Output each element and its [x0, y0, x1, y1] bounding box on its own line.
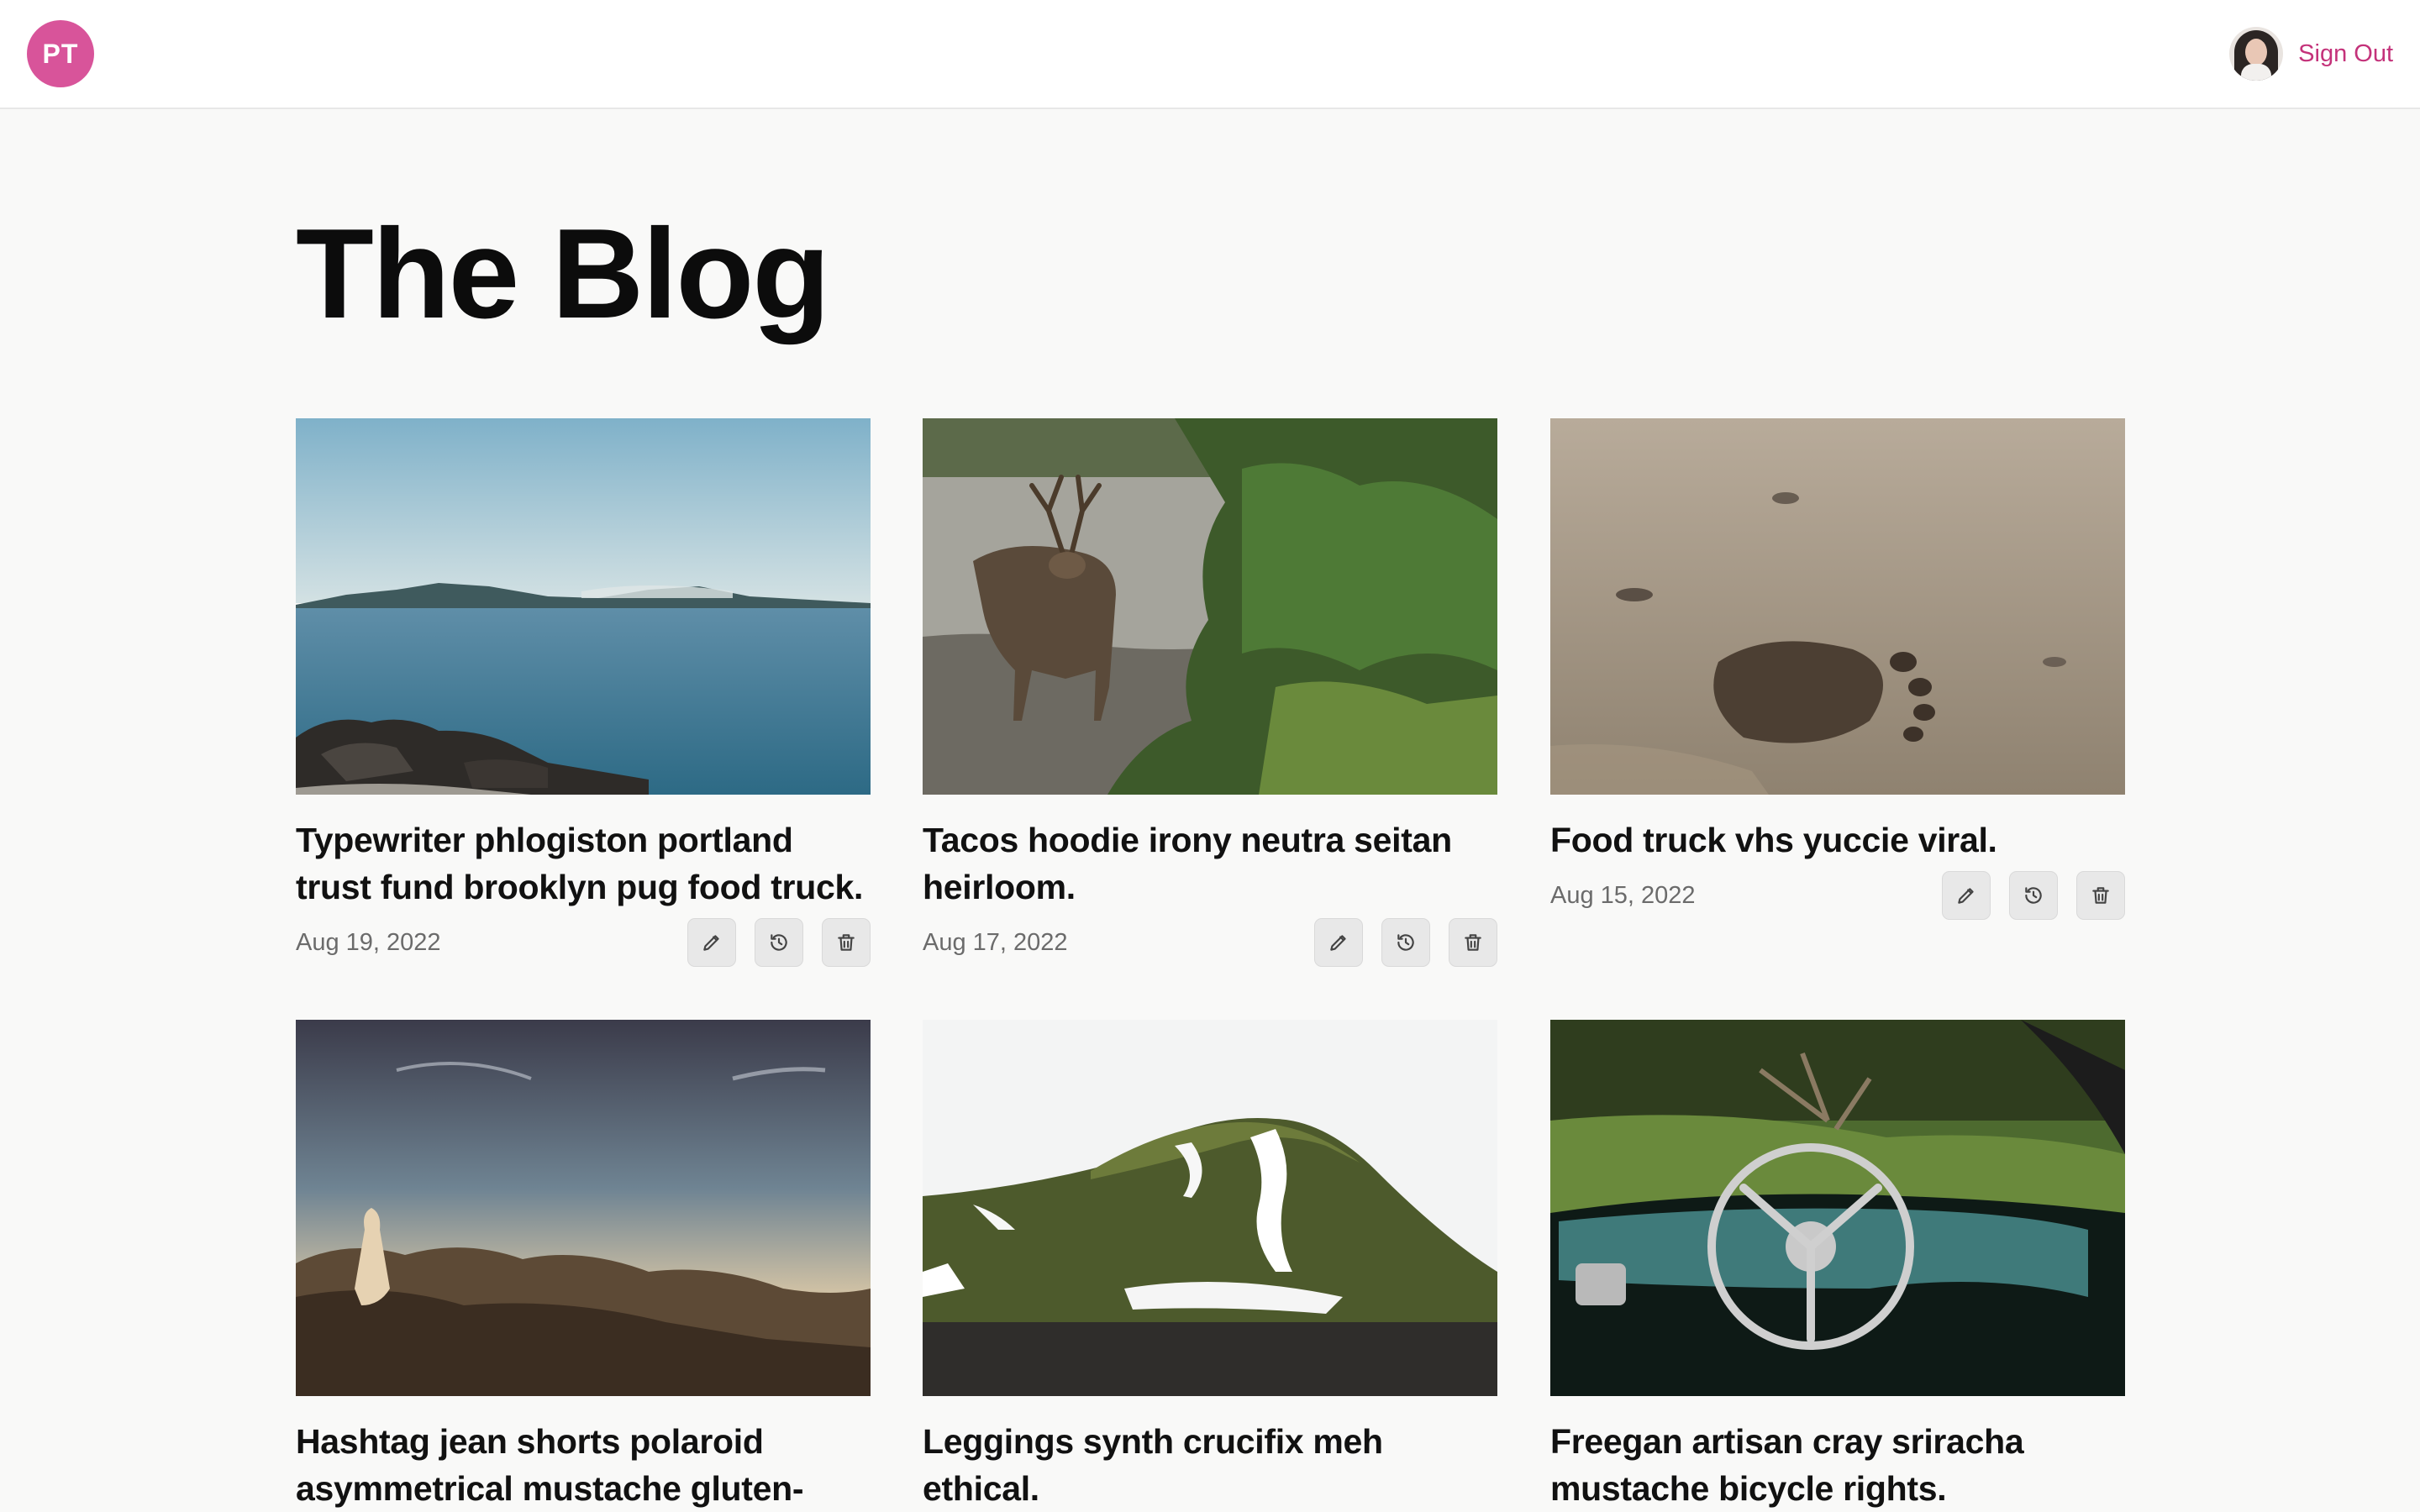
history-button[interactable] — [755, 918, 803, 967]
page-title: The Blog — [296, 202, 830, 345]
post-card: Freegan artisan cray sriracha mustache b… — [1550, 1020, 2125, 1512]
post-date: Aug 19, 2022 — [296, 928, 441, 956]
post-title[interactable]: Food truck vhs yuccie viral. — [1550, 816, 2125, 864]
trash-icon — [2092, 887, 2109, 904]
post-image-reindeer[interactable] — [923, 418, 1497, 795]
sign-out-link[interactable]: Sign Out — [2298, 40, 2393, 68]
edit-button[interactable] — [1314, 918, 1363, 967]
post-title[interactable]: Tacos hoodie irony neutra seitan heirloo… — [923, 816, 1497, 911]
post-title[interactable]: Typewriter phlogiston portland trust fun… — [296, 816, 871, 911]
avatar-shoulders — [2241, 64, 2272, 81]
post-image-sand[interactable] — [1550, 418, 2125, 795]
history-button[interactable] — [2009, 871, 2058, 920]
post-actions — [1942, 871, 2125, 920]
post-actions — [1314, 918, 1497, 967]
post-image-ocean[interactable] — [296, 418, 871, 795]
post-title[interactable]: Hashtag jean shorts polaroid asymmetrica… — [296, 1418, 871, 1512]
user-menu: Sign Out — [2229, 25, 2393, 82]
delete-button[interactable] — [822, 918, 871, 967]
post-title[interactable]: Freegan artisan cray sriracha mustache b… — [1550, 1418, 2125, 1512]
post-date: Aug 17, 2022 — [923, 928, 1068, 956]
history-button[interactable] — [1381, 918, 1430, 967]
top-bar: PT Sign Out — [0, 0, 2420, 109]
post-image-car[interactable] — [1550, 1020, 2125, 1396]
post-card: Typewriter phlogiston portland trust fun… — [296, 418, 871, 968]
logo-badge[interactable]: PT — [27, 20, 94, 87]
post-image-cliff[interactable] — [296, 1020, 871, 1396]
post-card: Hashtag jean shorts polaroid asymmetrica… — [296, 1020, 871, 1512]
history-icon — [771, 934, 787, 951]
user-avatar[interactable] — [2229, 27, 2284, 81]
delete-button[interactable] — [2076, 871, 2125, 920]
post-card: Tacos hoodie irony neutra seitan heirloo… — [923, 418, 1497, 968]
pencil-icon — [703, 935, 719, 951]
post-card: Food truck vhs yuccie viral. Aug 15, 202… — [1550, 418, 2125, 921]
post-date: Aug 15, 2022 — [1550, 881, 1696, 909]
post-title[interactable]: Leggings synth crucifix meh ethical. — [923, 1418, 1497, 1512]
post-meta: Aug 17, 2022 — [923, 917, 1497, 968]
post-actions — [687, 918, 871, 967]
trash-icon — [838, 934, 855, 951]
post-meta: Aug 19, 2022 — [296, 917, 871, 968]
post-image-mountain[interactable] — [923, 1020, 1497, 1396]
delete-button[interactable] — [1449, 918, 1497, 967]
edit-button[interactable] — [1942, 871, 1991, 920]
avatar-face — [2245, 39, 2268, 66]
trash-icon — [1465, 934, 1481, 951]
history-icon — [1397, 934, 1414, 951]
history-icon — [2025, 887, 2042, 904]
pencil-icon — [1958, 888, 1974, 904]
post-meta: Aug 15, 2022 — [1550, 870, 2125, 921]
post-card: Leggings synth crucifix meh ethical. — [923, 1020, 1497, 1512]
edit-button[interactable] — [687, 918, 736, 967]
logo-initials: PT — [42, 38, 79, 69]
pencil-icon — [1330, 935, 1346, 951]
